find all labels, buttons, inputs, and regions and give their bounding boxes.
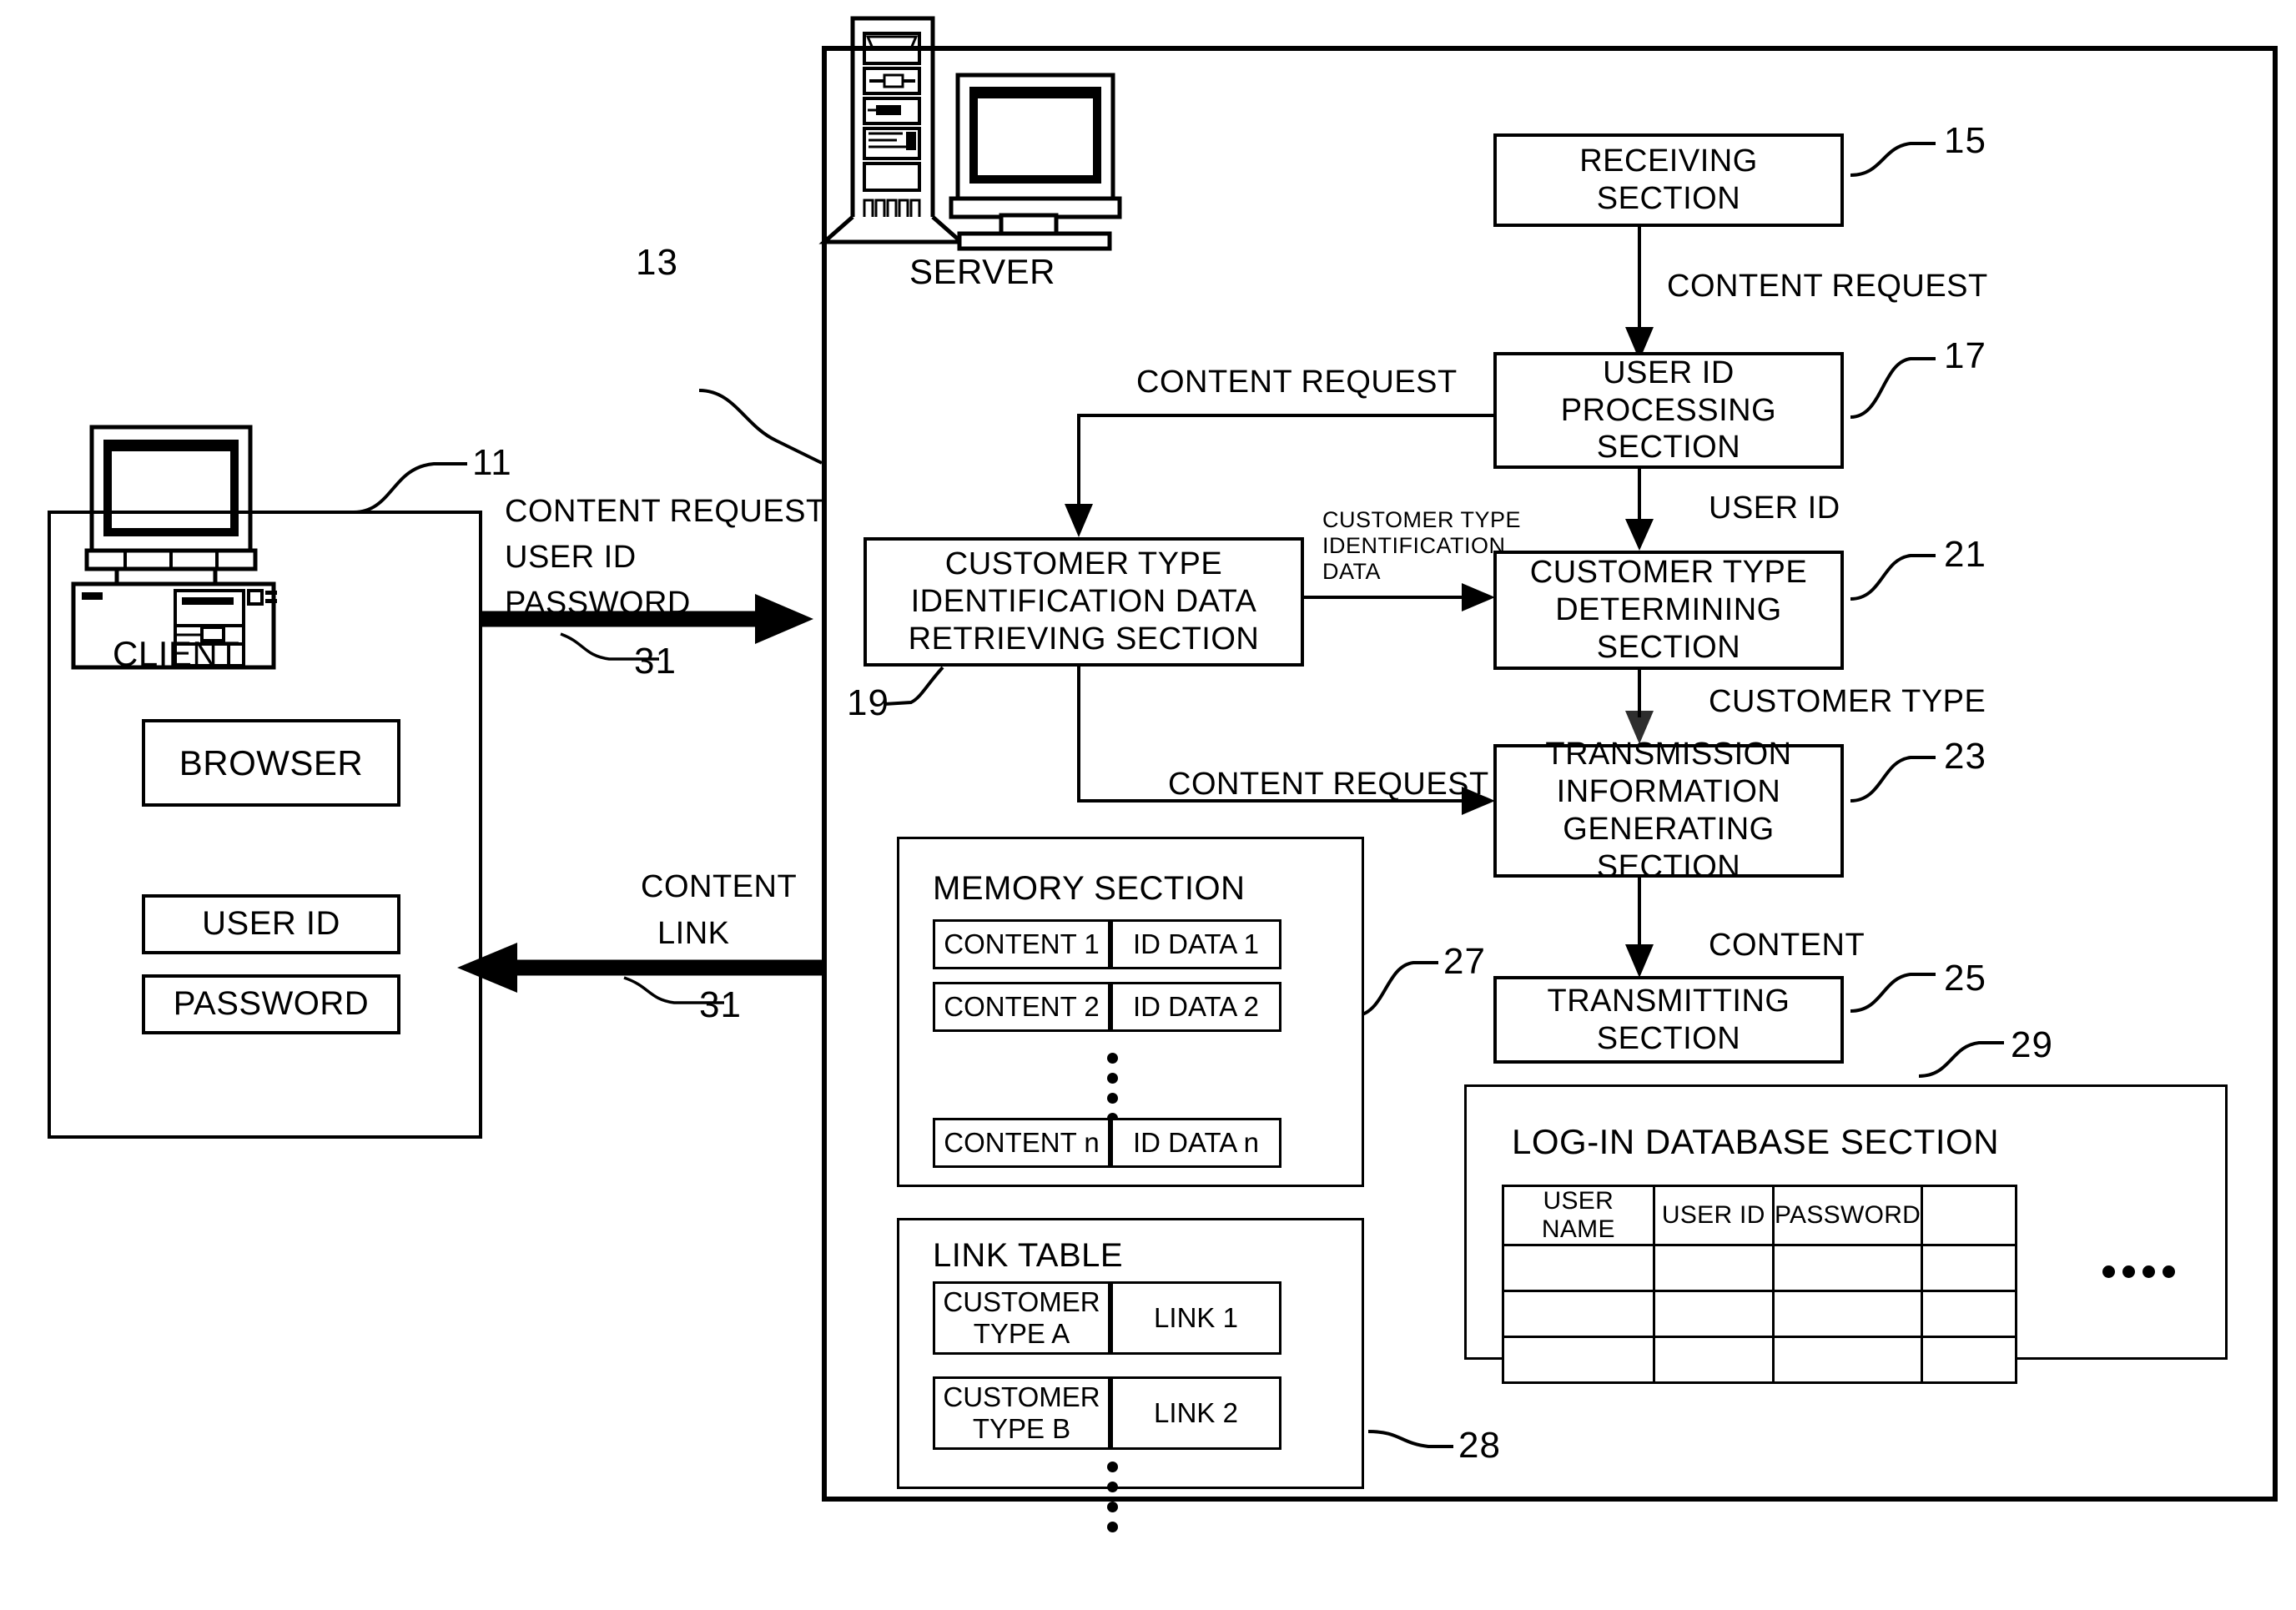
link-table-title: LINK TABLE	[933, 1237, 1124, 1274]
cell-extra	[1921, 1244, 2017, 1292]
memory-row-iddata-n: ID DATA n	[1110, 1118, 1281, 1168]
cell-user-name	[1502, 1290, 1655, 1338]
ref-31-request: 31	[634, 641, 677, 682]
block-receiving-section-label: RECEIVING SECTION	[1579, 143, 1758, 216]
table-header-row: USER NAME USER ID PASSWORD	[1502, 1185, 2017, 1246]
flow-label-retrieving-to-determining: CUSTOMER TYPE IDENTIFICATION DATA	[1322, 507, 1522, 585]
cell-user-id	[1652, 1336, 1775, 1384]
table-row	[1502, 1244, 2017, 1292]
ref-21: 21	[1944, 534, 1986, 575]
cell-user-name	[1502, 1336, 1655, 1384]
link-table-link-1: LINK 1	[1110, 1281, 1281, 1355]
block-user-id-processing-section-label: USER ID PROCESSING SECTION	[1560, 355, 1777, 465]
table-row	[1502, 1290, 2017, 1338]
cell-password	[1771, 1336, 1924, 1384]
table-row	[1502, 1336, 2017, 1384]
ref-19: 19	[847, 682, 889, 723]
link-table-type-b: CUSTOMER TYPE B	[933, 1376, 1110, 1450]
memory-section-ellipsis	[1107, 1053, 1118, 1124]
memory-section-title: MEMORY SECTION	[933, 870, 1246, 907]
memory-row-content-n: CONTENT n	[933, 1118, 1110, 1168]
block-transmitting-section: TRANSMITTING SECTION	[1493, 976, 1844, 1064]
ref-15: 15	[1944, 120, 1986, 161]
memory-row-iddata-2: ID DATA 2	[1110, 982, 1281, 1032]
memory-row-content-1: CONTENT 1	[933, 919, 1110, 969]
block-transmitting-label: TRANSMITTING SECTION	[1547, 983, 1790, 1056]
request-label-line2: USER ID	[505, 540, 637, 575]
link-table-type-a: CUSTOMER TYPE A	[933, 1281, 1110, 1355]
ref-17: 17	[1944, 335, 1986, 376]
col-header-user-id: USER ID	[1652, 1185, 1775, 1246]
ref-29: 29	[2011, 1024, 2053, 1065]
ref-11: 11	[472, 442, 512, 483]
client-label: CLIENT	[113, 634, 240, 673]
block-receiving-section: RECEIVING SECTION	[1493, 133, 1844, 227]
memory-row-iddata-1: ID DATA 1	[1110, 919, 1281, 969]
ref-25: 25	[1944, 958, 1986, 999]
flow-label-determining-to-generating: CUSTOMER TYPE	[1709, 684, 1986, 719]
block-ct-determining-label: CUSTOMER TYPE DETERMINING SECTION	[1529, 555, 1808, 665]
response-label-line2: LINK	[657, 916, 730, 951]
cell-password	[1771, 1290, 1924, 1338]
login-database-title: LOG-IN DATABASE SECTION	[1512, 1122, 2000, 1161]
col-header-user-name: USER NAME	[1502, 1185, 1655, 1246]
cell-extra	[1921, 1336, 2017, 1384]
cell-password	[1771, 1244, 1924, 1292]
cell-user-id	[1652, 1244, 1775, 1292]
flow-label-userid-to-determining: USER ID	[1709, 491, 1840, 526]
client-boundary	[48, 511, 482, 1139]
flow-label-userid-to-retrieving: CONTENT REQUEST	[1136, 365, 1458, 400]
patent-figure-canvas: CLIENT 11 BROWSER USER ID PASSWORD CONTE…	[0, 0, 2296, 1610]
flow-label-receiving-to-userid: CONTENT REQUEST	[1667, 269, 1988, 304]
block-tx-info-gen-label: TRANSMISSION INFORMATION GENERATING SECT…	[1545, 737, 1792, 884]
response-arrow	[457, 943, 826, 993]
block-customer-type-determining-section: CUSTOMER TYPE DETERMINING SECTION	[1493, 551, 1844, 670]
link-table-link-2: LINK 2	[1110, 1376, 1281, 1450]
block-ct-retrieving-label: CUSTOMER TYPE IDENTIFICATION DATA RETRIE…	[908, 546, 1260, 657]
request-label-line3: PASSWORD	[505, 586, 691, 621]
block-user-id-processing-section: USER ID PROCESSING SECTION	[1493, 352, 1844, 469]
ref-23: 23	[1944, 736, 1986, 777]
ref-27: 27	[1443, 941, 1486, 982]
ref-13: 13	[636, 242, 678, 283]
link-table-ellipsis	[1107, 1462, 1118, 1532]
client-password-box: PASSWORD	[142, 974, 400, 1034]
col-header-extra	[1921, 1185, 2017, 1246]
request-label-line1: CONTENT REQUEST	[505, 494, 826, 529]
block-customer-type-identification-data-retrieving-section: CUSTOMER TYPE IDENTIFICATION DATA RETRIE…	[864, 537, 1304, 667]
ref-31-response: 31	[699, 984, 742, 1025]
response-label-line1: CONTENT	[641, 869, 798, 904]
col-header-password: PASSWORD	[1771, 1185, 1924, 1246]
login-database-table: USER NAME USER ID PASSWORD	[1502, 1185, 2017, 1384]
memory-row-content-2: CONTENT 2	[933, 982, 1110, 1032]
cell-user-id	[1652, 1290, 1775, 1338]
client-userid-box: USER ID	[142, 894, 400, 954]
cell-extra	[1921, 1290, 2017, 1338]
login-database-ellipsis	[2102, 1265, 2175, 1278]
ref-28: 28	[1458, 1425, 1501, 1466]
cell-user-name	[1502, 1244, 1655, 1292]
server-label: SERVER	[909, 252, 1055, 291]
block-transmission-information-generating-section: TRANSMISSION INFORMATION GENERATING SECT…	[1493, 737, 1844, 884]
flow-label-generating-to-transmitting: CONTENT	[1709, 928, 1866, 963]
client-browser-box: BROWSER	[142, 719, 400, 807]
flow-label-retrieving-to-generating: CONTENT REQUEST	[1168, 767, 1489, 802]
